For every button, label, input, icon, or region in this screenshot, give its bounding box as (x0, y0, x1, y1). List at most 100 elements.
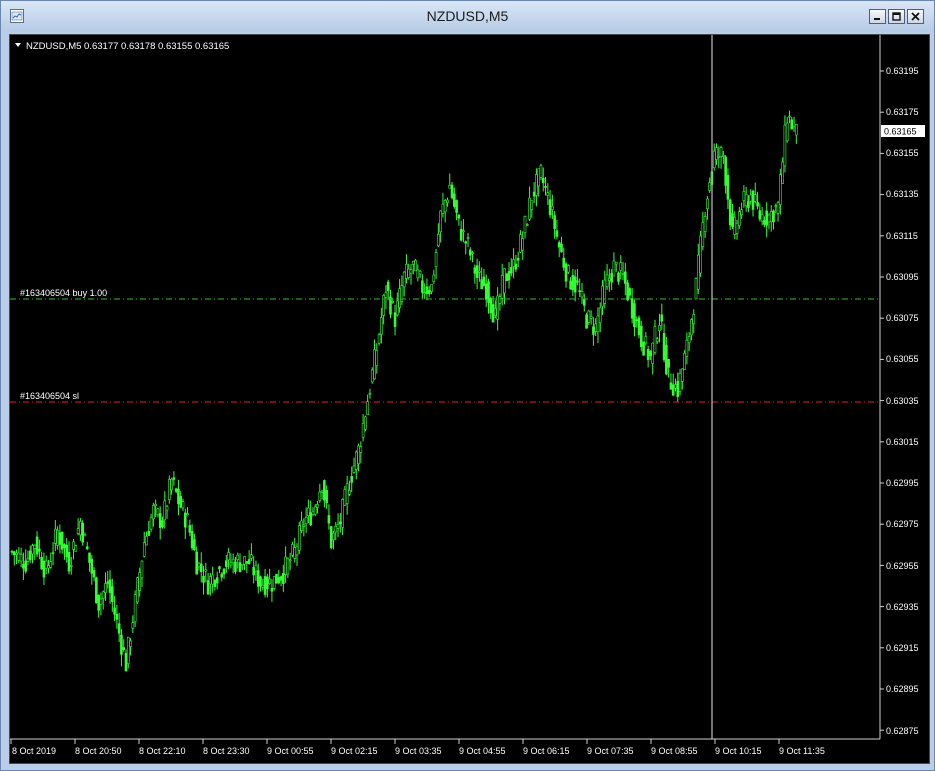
candle-body (313, 506, 317, 515)
candle-body (535, 173, 538, 196)
candle-body (448, 184, 452, 189)
candle-body (489, 298, 493, 314)
price-axis-ticks (880, 70, 884, 731)
candle-body (60, 531, 64, 550)
close-button[interactable] (907, 9, 924, 24)
candle-body (571, 275, 575, 291)
candle-body (272, 576, 276, 589)
candle-body (662, 333, 666, 361)
candle-body (480, 279, 483, 290)
candle-body (655, 338, 659, 343)
candle-body (475, 265, 479, 278)
price-chart[interactable]: #163406504 buy 1.00 #163406504 sl NZDUSD… (10, 35, 929, 763)
candle-body (275, 573, 278, 584)
window-title: NZDUSD,M5 (426, 8, 509, 24)
minimize-button[interactable] (869, 9, 886, 24)
candle-body (751, 190, 755, 210)
candle-body (564, 263, 568, 282)
candle-body (193, 539, 196, 550)
candle-body (336, 524, 340, 529)
candle-body (252, 567, 255, 576)
candle-body (423, 292, 426, 294)
header-dropdown-icon[interactable] (15, 43, 21, 47)
candle-body (498, 296, 502, 304)
price-tick-label: 0.62915 (886, 643, 919, 653)
candle-body (630, 298, 634, 319)
candle-body (676, 380, 680, 397)
candle-body (608, 277, 611, 281)
chart-area[interactable]: #163406504 buy 1.00 #163406504 sl NZDUSD… (9, 34, 930, 764)
candle-body (601, 285, 604, 307)
candle-body (149, 517, 153, 530)
candle-body (774, 205, 778, 208)
candle-body (546, 192, 550, 196)
candle-body (653, 326, 657, 353)
candle-body (250, 554, 253, 559)
candle-body (90, 558, 94, 574)
candle-body (396, 300, 399, 316)
candle-body (40, 556, 43, 570)
candle-body (432, 274, 436, 282)
candle-body (598, 307, 602, 323)
candle-body (386, 281, 390, 291)
candle-body (181, 501, 185, 509)
candle-body (231, 558, 235, 564)
candle-body (507, 270, 511, 281)
candle-body (624, 271, 627, 284)
close-icon (911, 12, 920, 21)
candle-body (457, 214, 461, 219)
candle-body (370, 369, 374, 383)
maximize-button[interactable] (888, 9, 905, 24)
candle-body (439, 210, 442, 233)
candle-body (142, 542, 146, 557)
candle-body (765, 210, 768, 226)
candle-body (85, 546, 89, 550)
candle-body (437, 234, 440, 247)
candle-body (199, 563, 203, 573)
candle-body (706, 198, 709, 210)
candle-body (557, 242, 561, 248)
candle-body (106, 581, 110, 584)
candle-body (783, 124, 787, 167)
candle-body (731, 213, 734, 227)
candles-layer (10, 110, 798, 672)
candle-body (266, 576, 269, 589)
candle-body (31, 545, 34, 555)
candle-body (478, 270, 481, 273)
candle-body (316, 504, 319, 508)
chart-window: NZDUSD,M5 #163406504 buy 1.00 #163406504… (0, 0, 935, 771)
candle-body (685, 339, 689, 357)
candle-body (168, 479, 171, 500)
candle-body (553, 215, 556, 229)
candle-body (617, 272, 620, 282)
title-bar[interactable]: NZDUSD,M5 (1, 1, 934, 31)
candle-body (516, 258, 520, 261)
candle-body (329, 526, 333, 549)
candle-body (277, 577, 281, 584)
candle-body (708, 182, 711, 191)
chart-header: NZDUSD,M5 0.63177 0.63178 0.63155 0.6316… (26, 41, 229, 52)
candle-body (491, 304, 495, 323)
candle-body (377, 334, 381, 344)
candle-body (573, 276, 577, 293)
candle-body (637, 317, 641, 336)
candle-body (373, 349, 376, 380)
candle-body (779, 174, 782, 206)
candle-body (744, 193, 748, 207)
candle-body (348, 490, 351, 495)
time-tick-label: 9 Oct 06:15 (523, 746, 570, 756)
candle-body (234, 561, 237, 572)
candle-body (17, 552, 21, 561)
candle-body (361, 423, 365, 438)
candle-body (649, 351, 652, 357)
candle-body (375, 350, 379, 367)
candle-body (402, 271, 406, 288)
candle-body (464, 241, 468, 244)
candle-body (530, 200, 534, 210)
candle-body (227, 552, 230, 561)
candle-body (701, 222, 705, 247)
candle-body (238, 562, 242, 572)
candle-body (10, 551, 14, 553)
candle-body (334, 525, 338, 533)
candle-body (35, 536, 39, 555)
